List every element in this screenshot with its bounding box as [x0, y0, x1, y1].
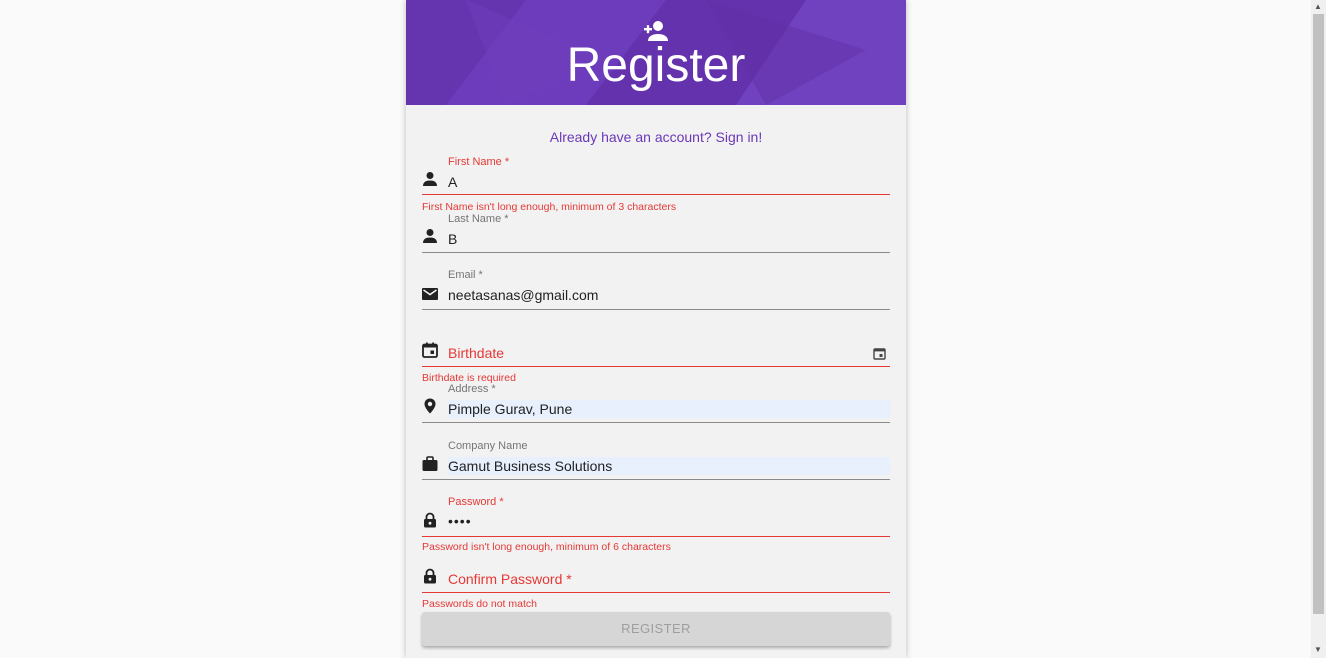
- password-label: Password *: [448, 496, 504, 508]
- password-error: Password isn't long enough, minimum of 6…: [422, 541, 671, 553]
- header-banner: Register: [406, 0, 906, 105]
- lock-icon: [424, 512, 436, 528]
- company-label: Company Name: [448, 440, 528, 452]
- calendar-icon: [422, 342, 438, 358]
- confirm-password-error: Passwords do not match: [422, 598, 537, 610]
- confirm-password-underline: [422, 592, 890, 593]
- password-field[interactable]: Password * •••• Password isn't long enou…: [422, 496, 890, 556]
- briefcase-icon: [422, 456, 438, 471]
- mail-icon: [422, 288, 438, 300]
- birthdate-underline: [422, 366, 890, 367]
- last-name-input[interactable]: B: [448, 230, 890, 248]
- birthdate-input[interactable]: Birthdate: [448, 344, 890, 362]
- first-name-error: First Name isn't long enough, minimum of…: [422, 201, 677, 213]
- company-field[interactable]: Company Name Gamut Business Solutions: [422, 440, 890, 482]
- password-input[interactable]: ••••: [448, 512, 890, 530]
- scrollbar-thumb[interactable]: [1313, 14, 1324, 614]
- first-name-underline: [422, 194, 890, 195]
- address-field[interactable]: Address * Pimple Gurav, Pune: [422, 383, 890, 425]
- address-input[interactable]: Pimple Gurav, Pune: [448, 400, 890, 418]
- password-underline: [422, 536, 890, 537]
- scroll-down-icon[interactable]: ▼: [1314, 645, 1322, 654]
- last-name-field[interactable]: Last Name * B: [422, 213, 890, 255]
- email-underline: [422, 309, 890, 310]
- first-name-input[interactable]: A: [448, 173, 890, 191]
- page-scrollbar[interactable]: ▲ ▼: [1311, 0, 1326, 658]
- email-field[interactable]: Email * neetasanas@gmail.com: [422, 269, 890, 311]
- confirm-password-field[interactable]: Confirm Password * Passwords do not matc…: [422, 566, 890, 612]
- sign-in-link[interactable]: Already have an account? Sign in!: [406, 129, 906, 145]
- first-name-label: First Name *: [448, 156, 510, 168]
- person-icon: [423, 229, 437, 243]
- company-input[interactable]: Gamut Business Solutions: [448, 457, 890, 475]
- last-name-label: Last Name *: [448, 213, 509, 225]
- page-title: Register: [566, 39, 746, 92]
- confirm-password-placeholder: Confirm Password *: [448, 571, 572, 587]
- first-name-field[interactable]: First Name * A First Name isn't long eno…: [422, 156, 890, 216]
- company-underline: [422, 479, 890, 480]
- last-name-underline: [422, 252, 890, 253]
- birthdate-placeholder: Birthdate: [448, 345, 505, 361]
- person-icon: [423, 172, 437, 186]
- register-button[interactable]: REGISTER: [422, 612, 890, 646]
- birthdate-field[interactable]: Birthdate Birthdate is required: [422, 330, 890, 385]
- lock-icon: [424, 568, 436, 584]
- register-card: Register Already have an account? Sign i…: [406, 0, 906, 658]
- address-underline: [422, 422, 890, 423]
- email-input[interactable]: neetasanas@gmail.com: [448, 286, 890, 304]
- email-label: Email *: [448, 269, 483, 281]
- address-label: Address *: [448, 383, 496, 395]
- location-pin-icon: [424, 398, 436, 414]
- date-picker-icon[interactable]: [873, 347, 886, 360]
- confirm-password-input[interactable]: Confirm Password *: [448, 570, 890, 588]
- scroll-up-icon[interactable]: ▲: [1314, 2, 1322, 11]
